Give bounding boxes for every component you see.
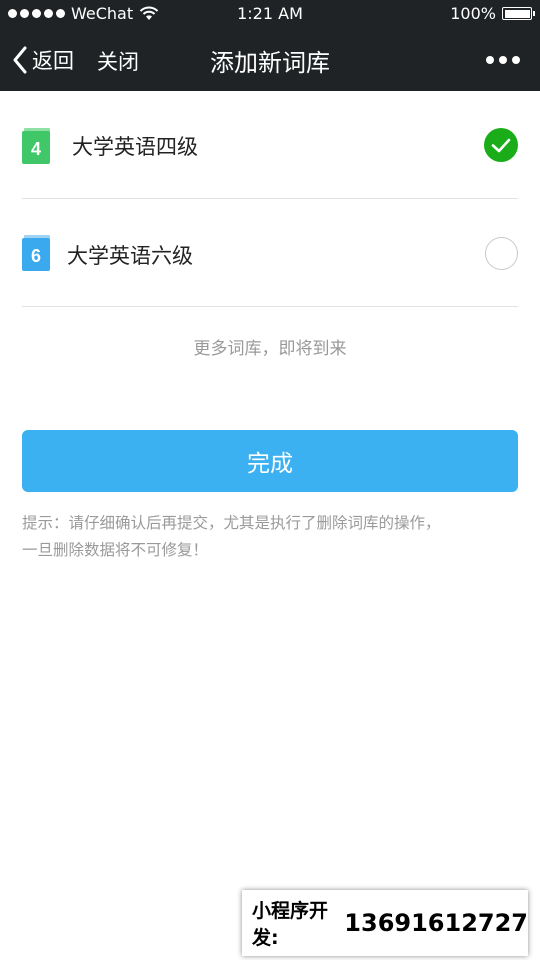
svg-text:4: 4 [31,139,41,159]
tip-text: 提示：请仔细确认后再提交，尤其是执行了删除词库的操作， 一旦删除数据将不可修复！ [22,510,522,564]
battery-icon [502,7,535,20]
battery-percent: 100% [450,4,496,23]
page-title: 添加新词库 [210,49,330,77]
checkmark-icon [491,138,511,153]
tip-line: 一旦删除数据将不可修复！ [22,541,209,559]
more-menu-icon[interactable] [486,56,520,64]
status-bar: WeChat 1:21 AM 100% [0,0,540,30]
wordbank-label: 大学英语四级 [72,135,198,159]
done-button[interactable]: 完成 [22,430,518,492]
wordbank-label: 大学英语六级 [67,244,193,268]
book-4-icon: 4 [22,128,50,164]
book-6-icon: 6 [22,235,50,271]
tip-line: 提示：请仔细确认后再提交，尤其是执行了删除词库的操作， [22,514,441,532]
wordbank-row-cet4[interactable]: 4 大学英语四级 [22,91,518,199]
watermark-label: 小程序开发: [252,900,329,949]
wordbank-list: 4 大学英语四级 6 大学英语六级 [22,91,518,307]
status-right: 100% [450,4,535,23]
more-coming-text: 更多词库，即将到来 [193,339,347,359]
watermark-phone: 13691612727 [344,909,528,937]
developer-contact-watermark: 小程序开发: 13691612727 [242,890,528,956]
battery-fill [504,9,530,18]
checked-radio[interactable] [484,128,518,162]
unchecked-radio[interactable] [485,237,518,270]
svg-text:6: 6 [31,246,41,266]
nav-bar: 返回 关闭 添加新词库 [0,30,540,91]
wordbank-row-cet6[interactable]: 6 大学英语六级 [22,199,518,307]
